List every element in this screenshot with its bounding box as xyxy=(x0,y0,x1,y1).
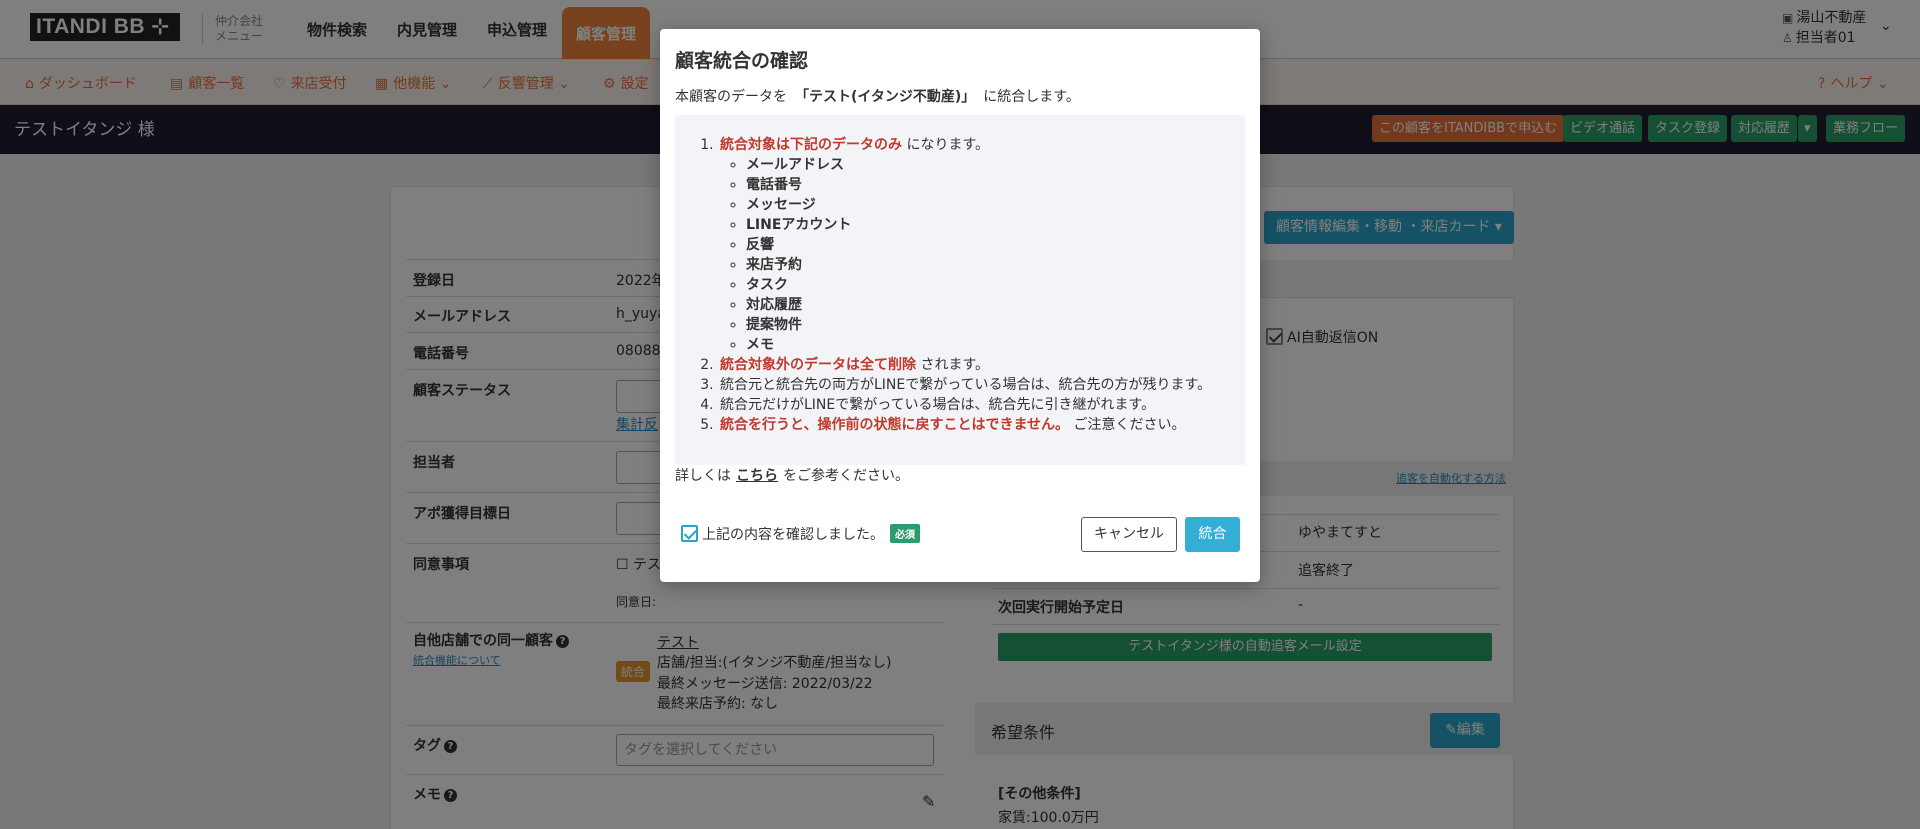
note-item-4: 統合元だけがLINEで繋がっている場合は、統合先に引き継がれます。 xyxy=(718,395,1211,415)
dialog-intro: 本顧客のデータを 「テスト(イタンジ不動産)」 に統合します。 xyxy=(675,89,1080,105)
more-info-link[interactable]: こちら xyxy=(736,468,778,484)
merge-confirm-dialog: 顧客統合の確認 本顧客のデータを「テスト(イタンジ不動産)」に統合します。 統合… xyxy=(660,29,1260,582)
note-item-1: 統合対象は下記のデータのみ になります。 メールアドレス 電話番号 メッセージ … xyxy=(718,135,1211,355)
merge-button[interactable]: 統合 xyxy=(1185,517,1240,552)
required-badge: 必須 xyxy=(890,524,920,543)
list-item: 反響 xyxy=(746,235,1211,255)
list-item: 電話番号 xyxy=(746,175,1211,195)
dialog-title: 顧客統合の確認 xyxy=(675,50,809,72)
list-item: タスク xyxy=(746,275,1211,295)
list-item: 対応履歴 xyxy=(746,295,1211,315)
list-item: 提案物件 xyxy=(746,315,1211,335)
list-item: メールアドレス xyxy=(746,155,1211,175)
more-info: 詳しくは こちら をご参考ください。 xyxy=(675,468,909,484)
list-item: 来店予約 xyxy=(746,255,1211,275)
merge-target: 「テスト(イタンジ不動産)」 xyxy=(795,89,976,105)
note-item-2: 統合対象外のデータは全て削除 されます。 xyxy=(718,355,1211,375)
cancel-button[interactable]: キャンセル xyxy=(1081,517,1177,552)
list-item: メモ xyxy=(746,335,1211,355)
note-item-5: 統合を行うと、操作前の状態に戻すことはできません。 ご注意ください。 xyxy=(718,415,1211,435)
confirm-label: 上記の内容を確認しました。 xyxy=(702,527,884,543)
checkbox-icon[interactable] xyxy=(681,525,698,542)
list-item: メッセージ xyxy=(746,195,1211,215)
list-item: LINEアカウント xyxy=(746,215,1211,235)
merge-notes: 統合対象は下記のデータのみ になります。 メールアドレス 電話番号 メッセージ … xyxy=(675,115,1245,465)
note-item-3: 統合元と統合先の両方がLINEで繋がっている場合は、統合先の方が残ります。 xyxy=(718,375,1211,395)
merged-data-list: メールアドレス 電話番号 メッセージ LINEアカウント 反響 来店予約 タスク… xyxy=(720,155,1211,355)
confirm-checkbox[interactable]: 上記の内容を確認しました。 必須 xyxy=(681,524,920,544)
